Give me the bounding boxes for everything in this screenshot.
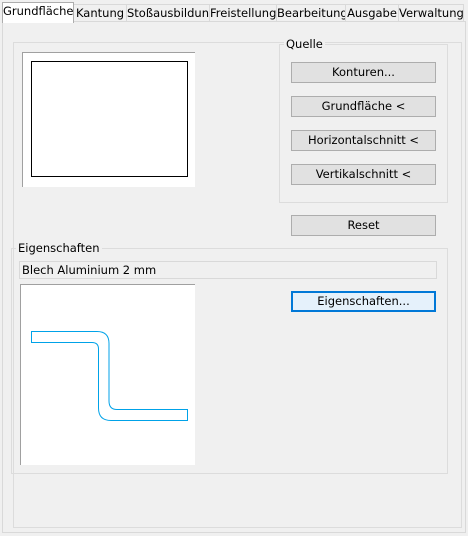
tab-freistellung[interactable]: Freistellung: [209, 4, 277, 22]
horizontalschnitt-button[interactable]: Horizontalschnitt <: [291, 130, 436, 151]
vertikalschnitt-button[interactable]: Vertikalschnitt <: [291, 164, 436, 185]
eigenschaften-legend: Eigenschaften: [16, 241, 102, 255]
konturen-button[interactable]: Konturen...: [291, 62, 436, 83]
tab-bearbeitung[interactable]: Bearbeitung: [276, 4, 348, 22]
shape-outline: [31, 61, 188, 177]
shape-preview: [22, 52, 195, 187]
material-field: Blech Aluminium 2 mm: [19, 261, 437, 279]
tab-verwaltung[interactable]: Verwaltung: [398, 4, 464, 22]
tab-kantung[interactable]: Kantung: [73, 4, 127, 22]
reset-button[interactable]: Reset: [291, 215, 436, 236]
tab-ausgabe[interactable]: Ausgabe: [345, 4, 399, 22]
eigenschaften-button[interactable]: Eigenschaften...: [291, 291, 436, 312]
profile-outline: [31, 331, 188, 421]
quelle-legend: Quelle: [284, 37, 325, 51]
profile-preview: [20, 284, 195, 465]
grundflaeche-button[interactable]: Grundfläche <: [291, 96, 436, 117]
profile-drawing: [31, 331, 188, 421]
tab-grundflaeche[interactable]: Grundfläche: [2, 2, 74, 23]
tab-stossausbildung[interactable]: Stoßausbildung: [126, 4, 216, 22]
